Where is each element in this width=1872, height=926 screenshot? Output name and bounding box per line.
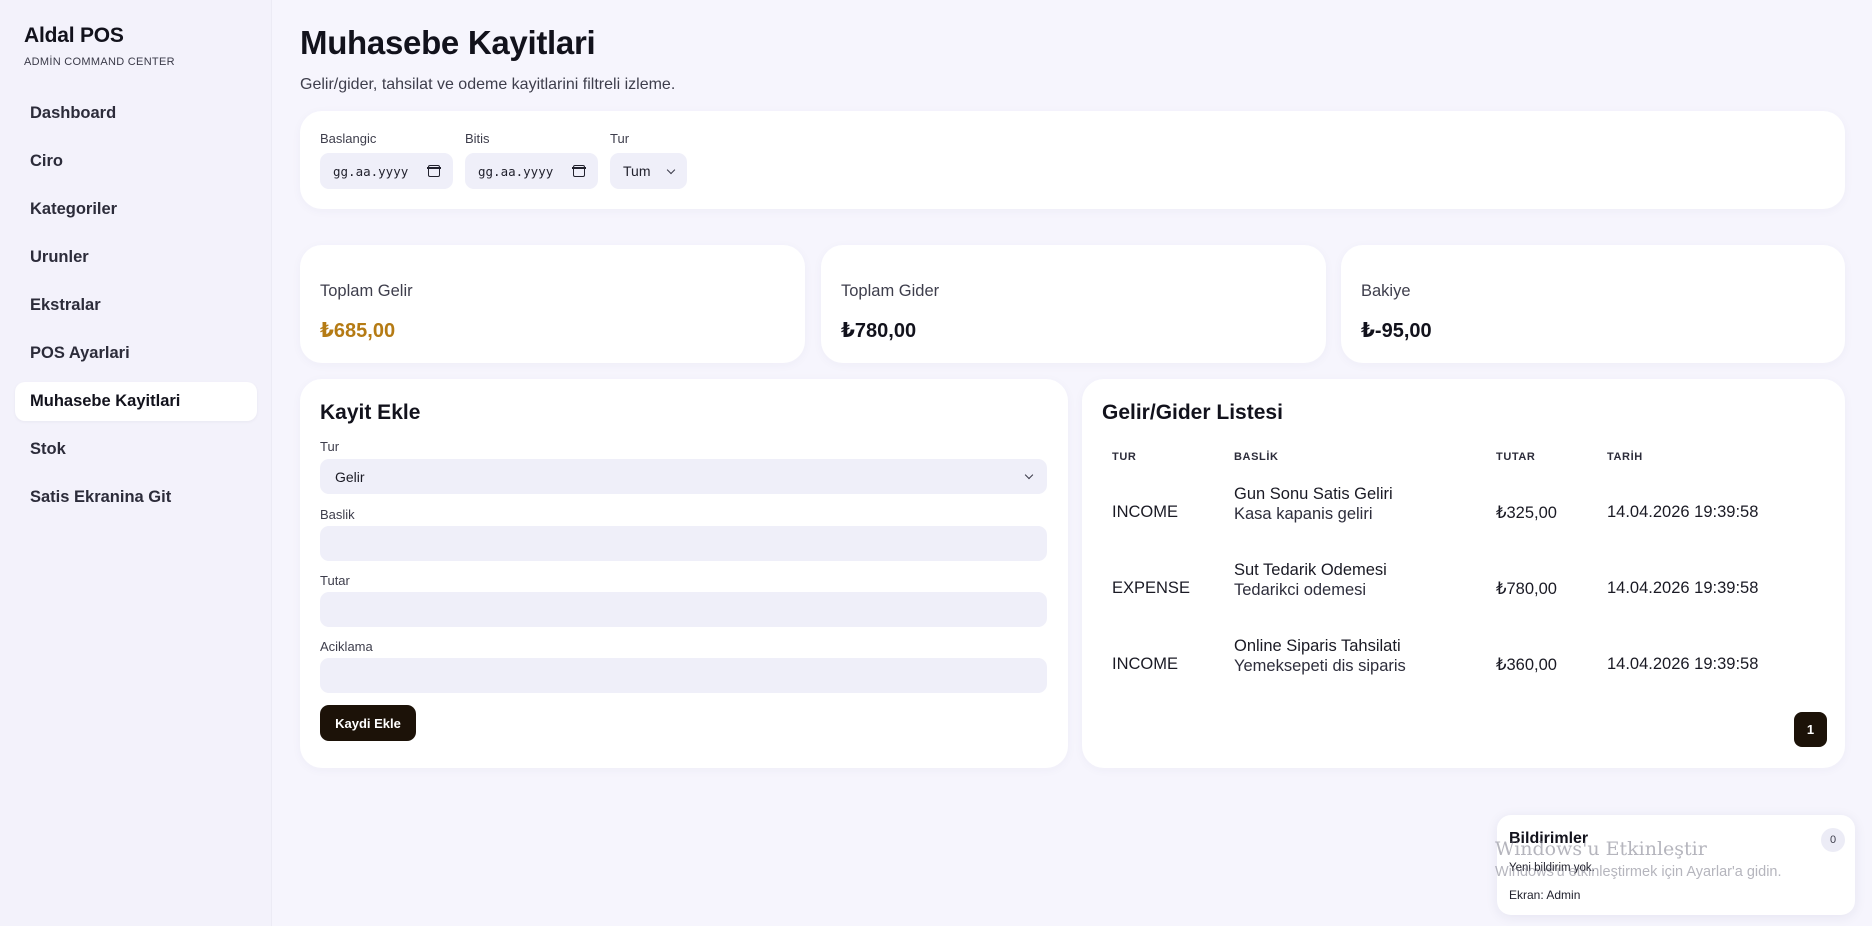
row-amount: ₺360,00	[1496, 656, 1557, 674]
expense-stat-label: Toplam Gider	[841, 282, 940, 300]
form-type-label: Tur	[320, 439, 340, 454]
expense-stat-value: ₺780,00	[841, 320, 917, 342]
sidebar-item-pos-ayarlari[interactable]: POS Ayarlari	[15, 334, 257, 373]
column-header-type: TUR	[1112, 451, 1137, 463]
row-type: INCOME	[1112, 655, 1178, 673]
row-type: EXPENSE	[1112, 579, 1190, 597]
form-type-value: Gelir	[335, 468, 365, 485]
sidebar-item-stok[interactable]: Stok	[15, 430, 257, 469]
expense-stat-card: Toplam Gider ₺780,00	[821, 245, 1326, 363]
sidebar-item-muhasebe-kayitlari[interactable]: Muhasebe Kayitlari	[15, 382, 257, 421]
calendar-icon[interactable]	[427, 165, 441, 177]
type-filter-value: Tum	[623, 163, 651, 179]
row-title: Sut Tedarik Odemesi	[1234, 561, 1387, 579]
table-row: INCOME Online Siparis Tahsilati Yemeksep…	[1082, 636, 1845, 696]
start-date-filter: Baslangic gg.aa.yyyy	[320, 131, 453, 189]
row-title-cell: Gun Sonu Satis Geliri Kasa kapanis gelir…	[1234, 484, 1393, 524]
row-date: 14.04.2026 19:39:58	[1607, 579, 1759, 597]
sidebar-item-dashboard[interactable]: Dashboard	[15, 94, 257, 133]
start-date-label: Baslangic	[320, 131, 377, 146]
start-date-value: gg.aa.yyyy	[333, 163, 409, 179]
type-filter: Tur Tum	[610, 131, 687, 189]
balance-stat-label: Bakiye	[1361, 282, 1411, 300]
end-date-value: gg.aa.yyyy	[478, 163, 554, 179]
form-title-input[interactable]	[320, 526, 1047, 561]
form-amount-label: Tutar	[320, 573, 350, 588]
sidebar-item-kategoriler[interactable]: Kategoriler	[15, 190, 257, 229]
notifications-empty-text: Yeni bildirim yok.	[1509, 862, 1595, 874]
form-description-label: Aciklama	[320, 639, 373, 654]
sidebar: Aldal POS ADMİN COMMAND CENTER Dashboard…	[0, 0, 272, 926]
add-record-card: Kayit Ekle Tur Gelir Baslik Tutar Acikla…	[300, 379, 1068, 768]
app-root: Aldal POS ADMİN COMMAND CENTER Dashboard…	[0, 0, 1872, 926]
row-description: Yemeksepeti dis siparis	[1234, 657, 1406, 675]
balance-stat-value: ₺-95,00	[1361, 320, 1432, 342]
save-record-button[interactable]: Kaydi Ekle	[320, 705, 416, 741]
table-row: EXPENSE Sut Tedarik Odemesi Tedarikci od…	[1082, 560, 1845, 620]
end-date-label: Bitis	[465, 131, 490, 146]
sidebar-item-ekstralar[interactable]: Ekstralar	[15, 286, 257, 325]
income-stat-value: ₺685,00	[320, 320, 396, 342]
end-date-filter: Bitis gg.aa.yyyy	[465, 131, 598, 189]
notifications-screen-text: Ekran: Admin	[1509, 888, 1581, 902]
filter-card: Baslangic gg.aa.yyyy Bitis gg.aa.yyyy Tu…	[300, 111, 1845, 209]
income-stat-card: Toplam Gelir ₺685,00	[300, 245, 805, 363]
notifications-panel: Bildirimler 0 Yeni bildirim yok. Ekran: …	[1497, 815, 1855, 915]
column-header-amount: TUTAR	[1496, 451, 1536, 463]
page-subtitle: Gelir/gider, tahsilat ve odeme kayitlari…	[300, 76, 676, 93]
chevron-down-icon	[1024, 470, 1034, 480]
sidebar-nav: Dashboard Ciro Kategoriler Urunler Ekstr…	[15, 94, 257, 526]
row-date: 14.04.2026 19:39:58	[1607, 503, 1759, 521]
page-title: Muhasebe Kayitlari	[300, 24, 596, 61]
table-row: INCOME Gun Sonu Satis Geliri Kasa kapani…	[1082, 484, 1845, 544]
row-title: Gun Sonu Satis Geliri	[1234, 485, 1393, 503]
records-list-title: Gelir/Gider Listesi	[1102, 401, 1283, 424]
type-filter-select[interactable]: Tum	[610, 153, 687, 189]
form-title-label: Baslik	[320, 507, 355, 522]
calendar-icon[interactable]	[572, 165, 586, 177]
main-content: Muhasebe Kayitlari Gelir/gider, tahsilat…	[272, 0, 1872, 926]
form-description-input[interactable]	[320, 658, 1047, 693]
type-filter-label: Tur	[610, 131, 630, 146]
form-amount-input[interactable]	[320, 592, 1047, 627]
start-date-input[interactable]: gg.aa.yyyy	[320, 153, 453, 189]
column-header-title: BASLİK	[1234, 451, 1279, 463]
row-title-cell: Sut Tedarik Odemesi Tedarikci odemesi	[1234, 560, 1387, 600]
brand: Aldal POS ADMİN COMMAND CENTER	[24, 24, 175, 68]
sidebar-item-satis-ekranina-git[interactable]: Satis Ekranina Git	[15, 478, 257, 517]
brand-subtitle: ADMİN COMMAND CENTER	[24, 56, 175, 68]
row-title: Online Siparis Tahsilati	[1234, 637, 1401, 655]
pagination-page-button[interactable]: 1	[1794, 712, 1827, 747]
chevron-down-icon	[666, 165, 676, 174]
sidebar-item-ciro[interactable]: Ciro	[15, 142, 257, 181]
brand-title: Aldal POS	[24, 24, 124, 47]
row-amount: ₺325,00	[1496, 504, 1557, 522]
row-description: Kasa kapanis geliri	[1234, 505, 1373, 523]
sidebar-item-urunler[interactable]: Urunler	[15, 238, 257, 277]
form-type-select[interactable]: Gelir	[320, 459, 1047, 494]
records-list-card: Gelir/Gider Listesi TUR BASLİK TUTAR TAR…	[1082, 379, 1845, 768]
row-amount: ₺780,00	[1496, 580, 1557, 598]
end-date-input[interactable]: gg.aa.yyyy	[465, 153, 598, 189]
row-title-cell: Online Siparis Tahsilati Yemeksepeti dis…	[1234, 636, 1406, 676]
row-description: Tedarikci odemesi	[1234, 581, 1367, 599]
notifications-count-badge[interactable]: 0	[1821, 828, 1845, 852]
row-type: INCOME	[1112, 503, 1178, 521]
balance-stat-card: Bakiye ₺-95,00	[1341, 245, 1845, 363]
row-date: 14.04.2026 19:39:58	[1607, 655, 1759, 673]
notifications-title: Bildirimler	[1509, 830, 1589, 847]
add-record-title: Kayit Ekle	[320, 401, 421, 424]
column-header-date: TARİH	[1607, 451, 1643, 463]
income-stat-label: Toplam Gelir	[320, 282, 413, 300]
